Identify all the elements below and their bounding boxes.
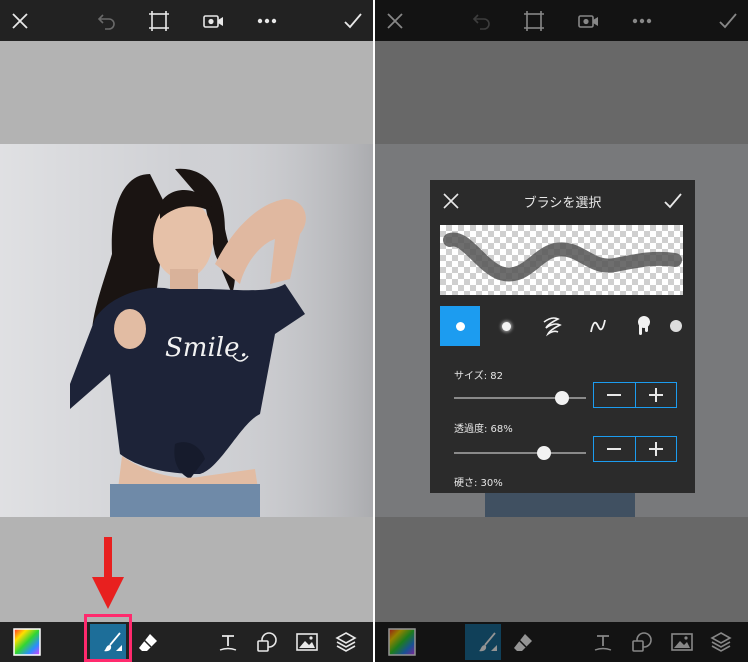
photo: Smile.	[0, 144, 373, 517]
soft-dot-icon	[501, 321, 511, 331]
photo-canvas[interactable]: Smile.	[0, 144, 373, 517]
brush-tool-highlight-frame	[84, 614, 132, 662]
opacity-decrease-button[interactable]	[594, 437, 635, 461]
text-icon	[219, 635, 237, 651]
more-dots-icon	[257, 18, 277, 24]
video-record-icon	[203, 15, 223, 28]
add-photo-button[interactable]	[292, 627, 322, 657]
size-increase-button[interactable]	[634, 383, 677, 407]
brush-round-soft[interactable]	[486, 306, 526, 346]
text-tool-button[interactable]	[213, 627, 243, 657]
drip-icon	[638, 316, 650, 335]
color-picker-button[interactable]	[12, 627, 42, 657]
add-photo-icon	[296, 633, 318, 651]
close-button[interactable]	[5, 6, 35, 36]
undo-icon	[97, 14, 115, 30]
size-stepper	[593, 382, 677, 408]
opacity-stepper	[593, 436, 677, 462]
wave-icon	[590, 319, 606, 333]
brush-stroke	[443, 232, 682, 282]
partial-circle-icon	[670, 320, 682, 332]
more-button[interactable]	[252, 6, 282, 36]
eraser-tool-button[interactable]	[133, 627, 163, 657]
brush-wave[interactable]	[578, 306, 618, 346]
record-button[interactable]	[198, 6, 228, 36]
red-arrow-indicator	[92, 537, 124, 609]
panel-title: ブラシを選択	[523, 196, 602, 211]
size-decrease-button[interactable]	[594, 383, 635, 407]
bottom-toolbar	[0, 622, 373, 662]
brush-select-panel: ブラシを選択 サイズ: 82 透過度: 68% 硬さ: 30%	[430, 180, 695, 493]
check-icon	[664, 193, 682, 209]
brush-round-hard[interactable]	[440, 306, 480, 346]
hardness-label: 硬さ: 30%	[454, 478, 503, 489]
crop-button[interactable]	[144, 6, 174, 36]
brush-drip[interactable]	[624, 306, 664, 346]
brush-type-list	[440, 306, 695, 346]
apply-button[interactable]	[338, 6, 368, 36]
size-slider-knob[interactable]	[555, 391, 570, 405]
layers-button[interactable]	[331, 627, 361, 657]
top-toolbar	[0, 0, 373, 41]
scribble-icon	[543, 317, 562, 337]
plus-icon	[648, 442, 663, 456]
dot-icon	[455, 321, 465, 331]
editor-screen-right: ブラシを選択 サイズ: 82 透過度: 68% 硬さ: 30%	[375, 0, 748, 662]
brush-scribble[interactable]	[532, 306, 572, 346]
crop-frame-icon	[149, 11, 169, 31]
minus-icon	[607, 394, 622, 396]
opacity-slider[interactable]	[454, 446, 586, 460]
panel-apply-button[interactable]	[661, 190, 685, 212]
minus-icon	[607, 448, 622, 450]
layers-icon	[335, 632, 357, 652]
opacity-slider-knob[interactable]	[536, 446, 551, 460]
plus-icon	[648, 388, 663, 402]
sticker-icon	[257, 632, 277, 652]
close-icon	[12, 13, 28, 29]
brush-more[interactable]	[670, 306, 695, 346]
eraser-icon	[139, 634, 157, 651]
size-slider[interactable]	[454, 391, 586, 405]
opacity-increase-button[interactable]	[634, 437, 677, 461]
color-swatch-icon	[13, 628, 41, 656]
check-icon	[344, 13, 362, 29]
editor-screen-left: Smile.	[0, 0, 373, 662]
brush-stroke-preview	[440, 225, 683, 295]
undo-button[interactable]	[91, 6, 121, 36]
sticker-tool-button[interactable]	[252, 627, 282, 657]
opacity-label: 透過度: 68%	[454, 424, 513, 435]
size-label: サイズ: 82	[454, 371, 503, 382]
